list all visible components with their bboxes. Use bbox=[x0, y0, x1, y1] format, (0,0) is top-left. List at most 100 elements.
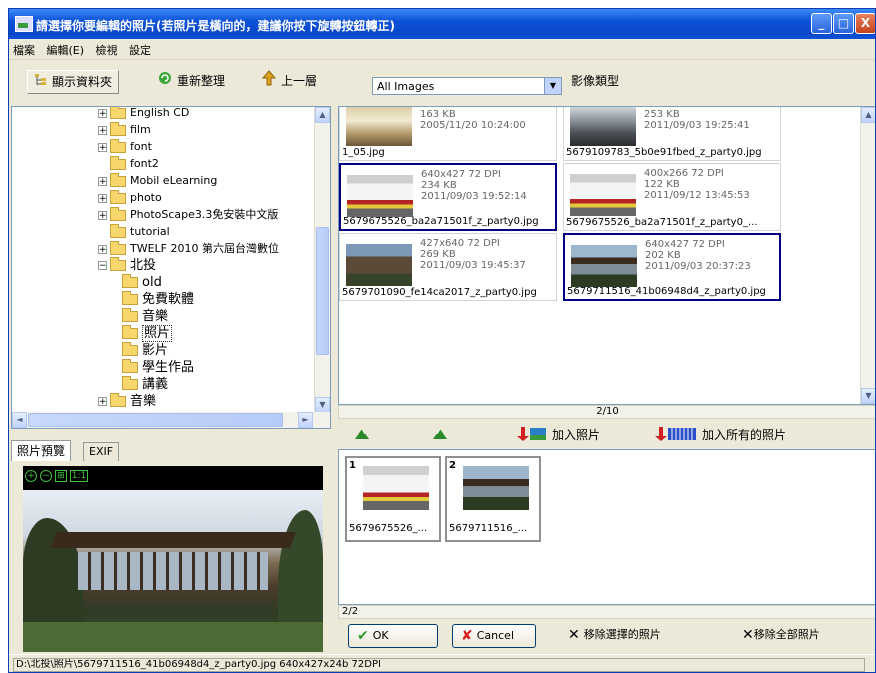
thumbnail-grid[interactable]: 180x000 72 DPI 163 KB 2005/11/20 10:24:0… bbox=[338, 106, 875, 405]
folder-icon bbox=[122, 359, 138, 373]
refresh-button[interactable]: 重新整理 bbox=[157, 70, 225, 92]
thumbnail-cell[interactable]: 640x427 72 DPI 202 KB 2011/09/03 20:37:2… bbox=[563, 233, 781, 301]
chevron-down-icon[interactable]: ▼ bbox=[544, 78, 561, 94]
add-all-photos-label: 加入所有的照片 bbox=[702, 428, 787, 442]
tree-item[interactable]: + 音樂 bbox=[98, 393, 156, 410]
tab-photo-preview[interactable]: 照片預覽 bbox=[11, 440, 72, 461]
scroll-left-icon[interactable]: ◄ bbox=[12, 412, 27, 428]
close-button[interactable]: X bbox=[855, 13, 875, 34]
maximize-button[interactable]: □ bbox=[833, 13, 854, 34]
remove-all-button[interactable]: ✕移除全部照片 bbox=[742, 624, 820, 648]
action-bar: 加入照片 加入所有的照片 bbox=[338, 419, 875, 449]
tree-item[interactable]: + font bbox=[98, 138, 152, 155]
expand-icon[interactable]: + bbox=[98, 210, 107, 220]
tree-item[interactable]: 音樂 bbox=[122, 308, 168, 325]
tree-item[interactable]: 免費軟體 bbox=[122, 291, 194, 308]
tree-item[interactable]: 影片 bbox=[122, 342, 168, 359]
fit-window-icon[interactable]: ⊞ bbox=[55, 470, 67, 482]
grid-vertical-scrollbar[interactable]: ▲ ▼ bbox=[860, 107, 875, 404]
refresh-label: 重新整理 bbox=[177, 74, 226, 88]
selected-photo[interactable]: 1 5679675526_... bbox=[345, 456, 441, 542]
expand-icon[interactable]: + bbox=[98, 142, 107, 152]
tree-item[interactable]: 學生作品 bbox=[122, 359, 194, 376]
zoom-in-icon[interactable]: + bbox=[25, 470, 37, 482]
folder-icon bbox=[110, 189, 126, 204]
tree-item[interactable]: old bbox=[122, 274, 162, 291]
tree-vertical-scrollbar[interactable]: ▲ ▼ bbox=[314, 107, 330, 413]
selected-photo-filename: 5679711516_... bbox=[449, 523, 528, 534]
rotate-left-icon[interactable] bbox=[354, 426, 370, 443]
tree-item[interactable]: + photo bbox=[98, 189, 162, 206]
tree-item[interactable]: 照片 bbox=[122, 325, 173, 342]
folder-icon bbox=[110, 223, 126, 238]
remove-selected-label: 移除選擇的照片 bbox=[583, 628, 661, 641]
photo-filename: 5679701090_fe14ca2017_z_party0.jpg bbox=[342, 287, 537, 298]
tree-item[interactable]: − 北投 bbox=[98, 257, 156, 274]
actual-size-icon[interactable]: 1:1 bbox=[70, 470, 88, 482]
tree-item[interactable]: + TWELF 2010 第六屆台灣數位 bbox=[98, 240, 279, 257]
add-photo-label: 加入照片 bbox=[552, 428, 601, 442]
menu-file[interactable]: 檔案 bbox=[9, 39, 39, 58]
thumbnail-cell[interactable]: 427x640 72 DPI 269 KB 2011/09/03 19:45:3… bbox=[339, 233, 557, 301]
folder-icon bbox=[110, 257, 126, 271]
scroll-down-icon[interactable]: ▼ bbox=[861, 388, 875, 404]
tree-item[interactable]: + film bbox=[98, 121, 151, 138]
tree-item[interactable]: 講義 bbox=[122, 376, 168, 393]
selected-photo-filename: 5679675526_... bbox=[349, 523, 428, 534]
tree-item-label: 影片 bbox=[142, 343, 169, 358]
image-filter-select[interactable]: All Images ▼ bbox=[372, 77, 562, 95]
expand-icon[interactable]: + bbox=[98, 108, 107, 118]
bottom-buttons: ✔ OK ✘ Cancel ✕ 移除選擇的照片 ✕移除全部照片 bbox=[338, 619, 875, 651]
add-all-photos-button[interactable]: 加入所有的照片 bbox=[654, 426, 786, 445]
thumbnail-cell[interactable]: 640x427 72 DPI 253 KB 2011/09/03 19:25:4… bbox=[563, 107, 781, 161]
thumbnail-cell[interactable]: 640x427 72 DPI 234 KB 2011/09/03 19:52:1… bbox=[339, 163, 557, 231]
expand-icon[interactable]: + bbox=[98, 176, 107, 186]
menu-settings[interactable]: 設定 bbox=[125, 39, 155, 58]
expand-icon[interactable]: + bbox=[98, 397, 107, 407]
tree-scroll-thumb[interactable] bbox=[316, 227, 329, 355]
tree-item-label: English CD bbox=[130, 106, 190, 119]
show-folder-button[interactable]: 顯示資料夾 bbox=[27, 70, 120, 94]
remove-selected-button[interactable]: ✕ 移除選擇的照片 bbox=[568, 624, 661, 648]
selected-photos-area[interactable]: 1 5679675526_... 2 5679711516_... bbox=[338, 449, 875, 605]
expand-icon[interactable]: + bbox=[98, 125, 107, 135]
ok-button[interactable]: ✔ OK bbox=[348, 624, 438, 648]
expand-icon[interactable]: + bbox=[98, 244, 107, 254]
cancel-button[interactable]: ✘ Cancel bbox=[452, 624, 536, 648]
tree-item[interactable]: font2 bbox=[110, 155, 159, 172]
scroll-up-icon[interactable]: ▲ bbox=[861, 107, 875, 123]
collapse-icon[interactable]: − bbox=[98, 261, 107, 271]
tree-hscroll-thumb[interactable] bbox=[28, 413, 283, 427]
up-one-level-button[interactable]: 上一層 bbox=[261, 70, 317, 92]
selected-photo[interactable]: 2 5679711516_... bbox=[445, 456, 541, 542]
photo-thumbnail bbox=[346, 107, 412, 146]
tab-exif[interactable]: EXIF bbox=[83, 442, 120, 461]
minimize-button[interactable]: _ bbox=[811, 13, 832, 34]
thumbnail-cell[interactable]: 400x266 72 DPI 122 KB 2011/09/12 13:45:5… bbox=[563, 163, 781, 231]
up-arrow-icon bbox=[261, 70, 277, 93]
tree-item[interactable]: + PhotoScape3.3免安裝中文版 bbox=[98, 206, 278, 223]
preview-tabs: 照片預覽 EXIF bbox=[11, 437, 331, 461]
tree-item-label: 北投 bbox=[130, 258, 157, 273]
folder-tree-icon bbox=[34, 72, 48, 94]
tree-item[interactable]: + English CD bbox=[98, 106, 190, 121]
scroll-up-icon[interactable]: ▲ bbox=[315, 107, 330, 123]
scroll-down-icon[interactable]: ▼ bbox=[315, 397, 330, 413]
folder-tree[interactable]: + English CD + film + font font2 + Mobil eLearni… bbox=[11, 106, 331, 429]
menu-view[interactable]: 檢視 bbox=[92, 39, 122, 58]
thumbnail-cell[interactable]: 180x000 72 DPI 163 KB 2005/11/20 10:24:0… bbox=[339, 107, 557, 161]
photo-filename: 5679675526_ba2a71501f_z_party0_... bbox=[566, 217, 758, 228]
tree-item-label: font bbox=[130, 140, 152, 153]
tree-horizontal-scrollbar[interactable]: ◄ ► bbox=[12, 412, 330, 428]
photo-meta: 427x640 72 DPI 269 KB 2011/09/03 19:45:3… bbox=[420, 238, 526, 271]
scroll-right-icon[interactable]: ► bbox=[298, 412, 313, 428]
tree-item-label: font2 bbox=[130, 157, 159, 170]
rotate-right-icon[interactable] bbox=[432, 426, 448, 443]
add-photo-button[interactable]: 加入照片 bbox=[516, 426, 600, 445]
menu-edit[interactable]: 編輯(E) bbox=[43, 39, 89, 58]
tree-item-label: 學生作品 bbox=[142, 360, 195, 375]
zoom-out-icon[interactable]: − bbox=[40, 470, 52, 482]
expand-icon[interactable]: + bbox=[98, 193, 107, 203]
tree-item[interactable]: tutorial bbox=[110, 223, 170, 240]
tree-item[interactable]: + Mobil eLearning bbox=[98, 172, 217, 189]
